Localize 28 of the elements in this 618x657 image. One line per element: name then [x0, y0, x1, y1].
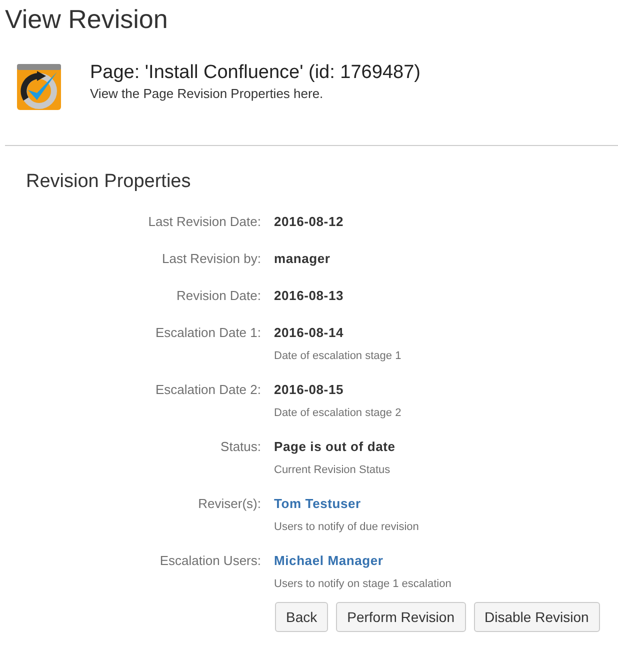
field-label: Escalation Date 2:: [155, 381, 261, 399]
action-button[interactable]: Back: [275, 602, 328, 632]
field-description: Date of escalation stage 2: [274, 406, 402, 420]
section-title: Revision Properties: [26, 170, 192, 194]
field-label: Last Revision by:: [162, 250, 261, 268]
page-heading: Page: 'Install Confluence' (id: 1769487): [90, 61, 420, 85]
page-title: View Revision: [4, 3, 169, 34]
field-label: Escalation Date 1:: [155, 324, 261, 342]
field-value: 2016-08-12: [274, 213, 344, 231]
field-description: Current Revision Status: [274, 463, 390, 477]
field-description: Date of escalation stage 1: [274, 349, 402, 363]
user-link[interactable]: Tom Testuser: [274, 494, 361, 514]
field-description: Users to notify on stage 1 escalation: [274, 577, 452, 591]
field-value: Page is out of date: [274, 438, 396, 456]
field-value: 2016-08-13: [274, 287, 344, 305]
field-value: 2016-08-14: [274, 324, 344, 342]
action-button[interactable]: Perform Revision: [336, 602, 466, 632]
field-label: Status:: [220, 438, 261, 456]
field-label: Last Revision Date:: [148, 213, 261, 231]
field-value: 2016-08-15: [274, 381, 344, 399]
action-button[interactable]: Disable Revision: [474, 602, 600, 632]
field-label: Reviser(s):: [198, 495, 261, 513]
field-label: Revision Date:: [176, 287, 261, 305]
field-label: Escalation Users:: [160, 552, 261, 570]
field-value: manager: [274, 250, 330, 268]
user-link[interactable]: Michael Manager: [274, 551, 384, 571]
page-subtitle: View the Page Revision Properties here.: [90, 85, 324, 103]
field-description: Users to notify of due revision: [274, 520, 419, 534]
